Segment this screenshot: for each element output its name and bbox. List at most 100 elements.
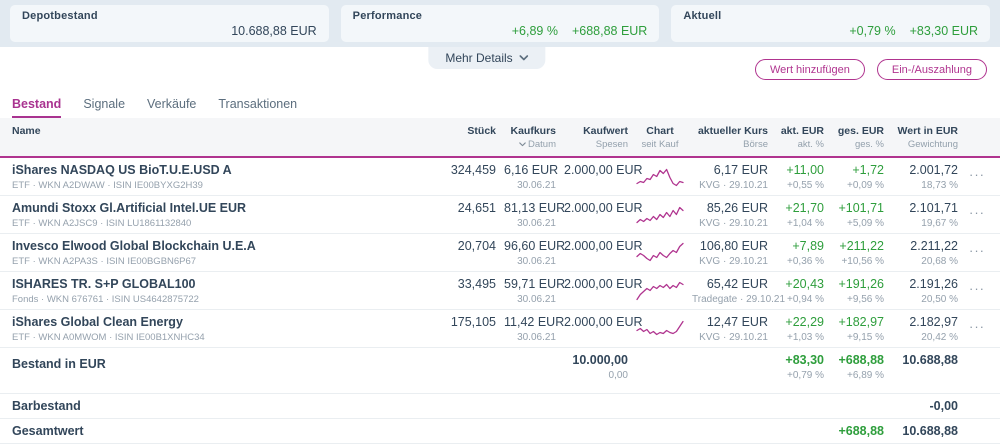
sparkline-chart (636, 314, 684, 342)
boerse-datum: KVG · 29.10.21 (692, 180, 768, 191)
gesamtwert-row: Gesamtwert +688,88 10.688,88 (0, 419, 1000, 444)
gesamtwert-label: Gesamtwert (12, 424, 432, 438)
performance-amount: +688,88 EUR (572, 24, 647, 38)
kaufwert-value: 2.000,00 EUR (564, 163, 628, 177)
barbestand-row: Barbestand -0,00 (0, 394, 1000, 419)
instrument-ids: ETF · WKN A2JSC9 · ISIN LU1861132840 (12, 218, 432, 229)
stueck-value: 33,495 (440, 277, 496, 291)
col-kaufkurs[interactable]: Kaufkurs Datum (504, 118, 556, 156)
portfolio-summary-band: Depotbestand 10.688,88 EUR Performance +… (0, 0, 1000, 47)
tab-signale[interactable]: Signale (83, 97, 125, 118)
instrument-name: iShares Global Clean Energy (12, 315, 432, 329)
chevron-down-icon (520, 55, 529, 61)
boerse-datum: KVG · 29.10.21 (692, 256, 768, 267)
ges-eur-value: +182,97 (832, 315, 884, 329)
sort-chevron-icon (519, 142, 526, 147)
col-akt-eur: akt. EURakt. % (776, 118, 824, 156)
akt-eur-value: +11,00 (776, 163, 824, 177)
aktueller-kurs-value: 6,17 EUR (692, 163, 768, 177)
col-kaufwert: KaufwertSpesen (564, 118, 628, 156)
aktuell-percent: +0,79 % (849, 24, 895, 38)
ges-pct-value: +9,56 % (832, 294, 884, 305)
boerse-datum: Tradegate · 29.10.21 (692, 294, 768, 305)
ein-auszahlung-button[interactable]: Ein-/Auszahlung (877, 59, 987, 80)
instrument-name: iShares NASDAQ US BioT.U.E.USD A (12, 163, 432, 177)
akt-pct-value: +1,03 % (776, 332, 824, 343)
sparkline-chart (636, 276, 684, 304)
kaufwert-value: 2.000,00 EUR (564, 277, 628, 291)
table-row[interactable]: iShares NASDAQ US BioT.U.E.USD A ETF · W… (0, 158, 1000, 196)
kaufkurs-value: 6,16 EUR (504, 163, 556, 177)
instrument-name: Amundi Stoxx Gl.Artificial Intel.UE EUR (12, 201, 432, 215)
kauf-datum: 30.06.21 (504, 256, 556, 267)
bestand-summary-row: Bestand in EUR 10.000,00 0,00 +83,30 +0,… (0, 348, 1000, 394)
aktueller-kurs-value: 85,26 EUR (692, 201, 768, 215)
row-menu-button[interactable]: ··· (966, 272, 988, 309)
ges-pct-value: +10,56 % (832, 256, 884, 267)
mehr-details-label: Mehr Details (445, 51, 512, 65)
performance-percent: +6,89 % (512, 24, 558, 38)
bestand-ges-pct: +6,89 % (832, 370, 884, 381)
instrument-name: Invesco Elwood Global Blockchain U.E.A (12, 239, 432, 253)
portfolio-tabs: Bestand Signale Verkäufe Transaktionen (0, 95, 1000, 118)
instrument-ids: ETF · WKN A2DWAW · ISIN IE00BYXG2H39 (12, 180, 432, 191)
gesamtwert-ges: +688,88 (832, 424, 884, 438)
stueck-value: 175,105 (440, 315, 496, 329)
kaufkurs-value: 59,71 EUR (504, 277, 556, 291)
tab-verkaeufe[interactable]: Verkäufe (147, 97, 196, 118)
kauf-datum: 30.06.21 (504, 294, 556, 305)
row-menu-button[interactable]: ··· (966, 234, 988, 271)
col-wert-eur: Wert in EURGewichtung (892, 118, 958, 156)
row-menu-button[interactable]: ··· (966, 158, 988, 195)
table-row[interactable]: ISHARES TR. S+P GLOBAL100 Fonds · WKN 67… (0, 272, 1000, 310)
sparkline-chart (636, 200, 684, 228)
wert-eur-value: 2.001,72 (892, 163, 958, 177)
table-row[interactable]: Amundi Stoxx Gl.Artificial Intel.UE EUR … (0, 196, 1000, 234)
mehr-details-button[interactable]: Mehr Details (428, 47, 545, 69)
gewichtung-value: 20,50 % (892, 294, 958, 305)
row-menu-button[interactable]: ··· (966, 196, 988, 233)
aktueller-kurs-value: 12,47 EUR (692, 315, 768, 329)
tab-transaktionen[interactable]: Transaktionen (218, 97, 297, 118)
instrument-name: ISHARES TR. S+P GLOBAL100 (12, 277, 432, 291)
kauf-datum: 30.06.21 (504, 218, 556, 229)
tab-bestand[interactable]: Bestand (12, 97, 61, 118)
bestand-akt-pct: +0,79 % (776, 370, 824, 381)
kauf-datum: 30.06.21 (504, 180, 556, 191)
akt-eur-value: +22,29 (776, 315, 824, 329)
boerse-datum: KVG · 29.10.21 (692, 218, 768, 229)
barbestand-label: Barbestand (12, 399, 432, 413)
ges-eur-value: +101,71 (832, 201, 884, 215)
bestand-summary-label: Bestand in EUR (12, 348, 432, 393)
performance-label: Performance (353, 10, 648, 22)
bestand-wert: 10.688,88 (892, 353, 958, 367)
depotbestand-card: Depotbestand 10.688,88 EUR (10, 5, 329, 42)
wert-eur-value: 2.182,97 (892, 315, 958, 329)
bestand-akt: +83,30 (776, 353, 824, 367)
sparkline-chart (636, 162, 684, 190)
ges-eur-value: +1,72 (832, 163, 884, 177)
aktuell-label: Aktuell (683, 10, 978, 22)
kaufwert-value: 2.000,00 EUR (564, 315, 628, 329)
row-menu-button[interactable]: ··· (966, 310, 988, 347)
gesamtwert-wert: 10.688,88 (892, 424, 958, 438)
instrument-ids: Fonds · WKN 676761 · ISIN US4642875722 (12, 294, 432, 305)
table-row[interactable]: Invesco Elwood Global Blockchain U.E.A E… (0, 234, 1000, 272)
holdings-table-header: Name Stück Kaufkurs Datum KaufwertSpesen… (0, 118, 1000, 158)
col-ges-eur: ges. EURges. % (832, 118, 884, 156)
wert-eur-value: 2.211,22 (892, 239, 958, 253)
bestand-ges: +688,88 (832, 353, 884, 367)
aktuell-amount: +83,30 EUR (910, 24, 978, 38)
performance-card: Performance +6,89 % +688,88 EUR (341, 5, 660, 42)
gewichtung-value: 19,67 % (892, 218, 958, 229)
actions-row: Mehr Details Wert hinzufügen Ein-/Auszah… (0, 47, 1000, 95)
wert-hinzufuegen-button[interactable]: Wert hinzufügen (755, 59, 865, 80)
kaufkurs-value: 96,60 EUR (504, 239, 556, 253)
akt-pct-value: +1,04 % (776, 218, 824, 229)
boerse-datum: KVG · 29.10.21 (692, 332, 768, 343)
gewichtung-value: 18,73 % (892, 180, 958, 191)
wert-eur-value: 2.101,71 (892, 201, 958, 215)
ges-eur-value: +211,22 (832, 239, 884, 253)
aktueller-kurs-value: 65,42 EUR (692, 277, 768, 291)
table-row[interactable]: iShares Global Clean Energy ETF · WKN A0… (0, 310, 1000, 348)
